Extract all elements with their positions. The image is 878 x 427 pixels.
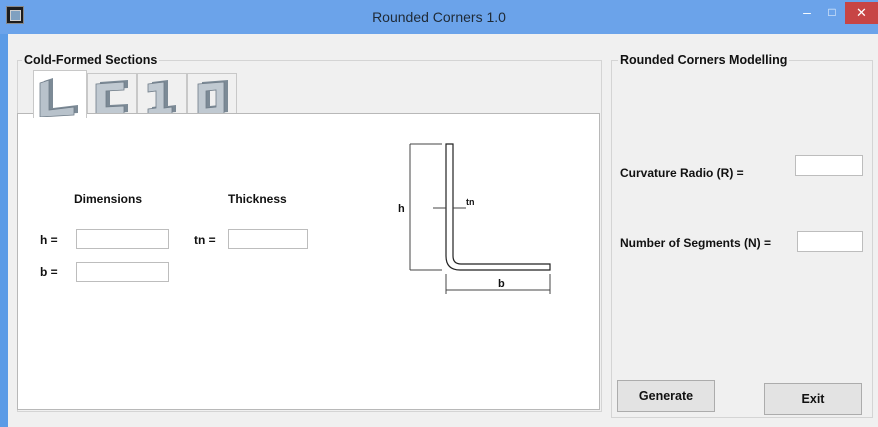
l-section-diagram: h tn b bbox=[398, 143, 551, 294]
segments-input[interactable] bbox=[797, 231, 863, 252]
close-button[interactable]: ✕ bbox=[845, 2, 878, 24]
maximize-button[interactable]: □ bbox=[821, 4, 843, 24]
h-input[interactable] bbox=[76, 229, 169, 249]
generate-button[interactable]: Generate bbox=[617, 380, 715, 412]
window-title: Rounded Corners 1.0 bbox=[372, 9, 506, 25]
title-bar[interactable]: Rounded Corners 1.0 – □ ✕ bbox=[0, 0, 878, 34]
minimize-button[interactable]: – bbox=[796, 4, 818, 24]
b-label: b = bbox=[40, 265, 58, 279]
diagram-h-label: h bbox=[398, 203, 405, 215]
tab-box-section[interactable] bbox=[187, 73, 237, 117]
b-input[interactable] bbox=[76, 262, 169, 282]
box-section-icon bbox=[197, 80, 228, 116]
cold-formed-sections-title: Cold-Formed Sections bbox=[22, 53, 160, 67]
i-section-icon bbox=[147, 80, 176, 116]
curvature-radius-input[interactable] bbox=[795, 155, 863, 176]
l-section-icon bbox=[39, 78, 78, 117]
exit-button[interactable]: Exit bbox=[764, 383, 862, 415]
diagram-b-label: b bbox=[498, 278, 505, 290]
segments-label: Number of Segments (N) = bbox=[620, 236, 772, 250]
thickness-header: Thickness bbox=[228, 192, 287, 206]
h-label: h = bbox=[40, 233, 58, 247]
tn-input[interactable] bbox=[228, 229, 308, 249]
diagram-tn-label: tn bbox=[466, 197, 475, 207]
c-section-icon bbox=[95, 80, 128, 116]
rounded-corners-modelling-title: Rounded Corners Modelling bbox=[618, 53, 790, 67]
tn-label: tn = bbox=[194, 233, 216, 247]
curvature-radius-label: Curvature Radio (R) = bbox=[620, 166, 744, 180]
tab-l-section[interactable] bbox=[33, 70, 87, 118]
tab-c-section[interactable] bbox=[87, 73, 137, 117]
dimensions-header: Dimensions bbox=[74, 192, 143, 206]
tab-i-section[interactable] bbox=[137, 73, 187, 117]
